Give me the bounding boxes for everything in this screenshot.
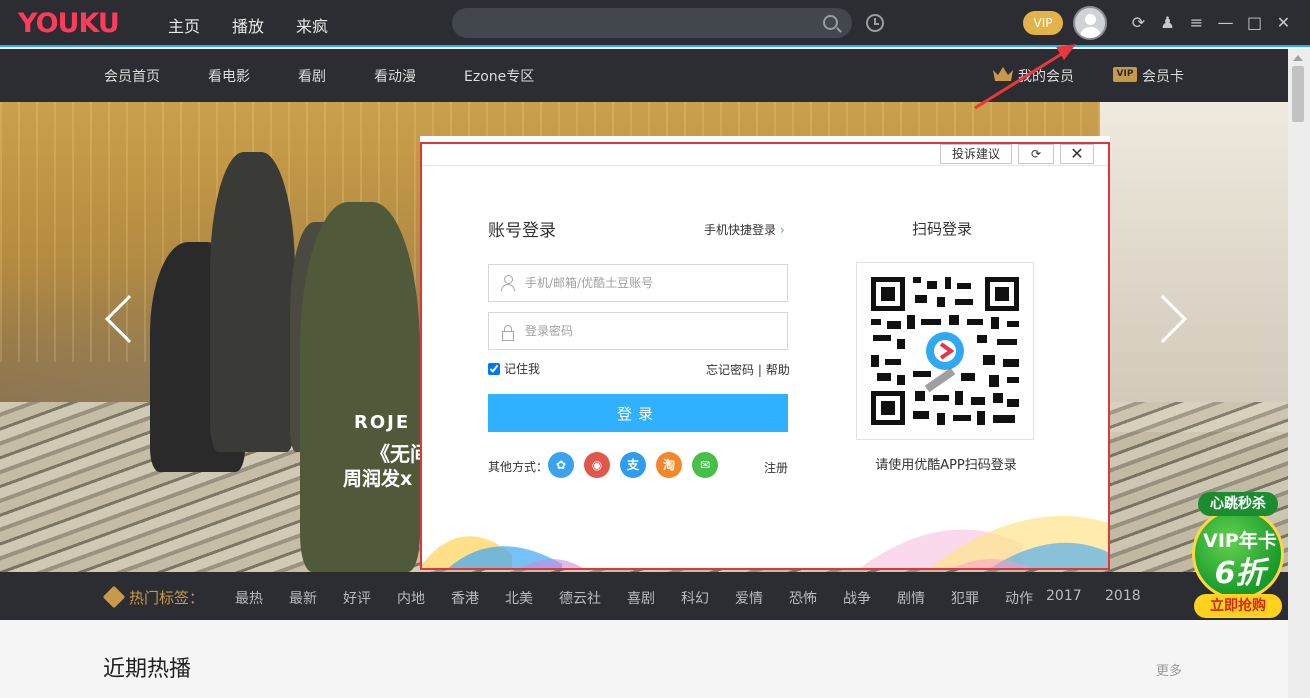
dialog-header-divider (422, 165, 1108, 166)
hot-tags-label: 热门标签： (129, 589, 205, 607)
menu-icon[interactable]: ≡ (1186, 12, 1207, 34)
scroll-thumb[interactable] (1292, 66, 1304, 122)
tag-item[interactable]: 科幻 (681, 588, 735, 608)
maximize-icon[interactable]: □ (1244, 12, 1265, 34)
subnav-series[interactable]: 看剧 (298, 66, 326, 86)
subnav-anime[interactable]: 看动漫 (374, 66, 416, 86)
tag-item[interactable]: 德云社 (559, 588, 627, 608)
crown-icon (993, 67, 1013, 81)
qr-code-icon (871, 277, 1019, 425)
vip-card-link[interactable]: 会员卡 (1142, 66, 1184, 86)
banner-figure-soldier (300, 202, 420, 572)
banner-figure-man-standing (210, 152, 295, 452)
remember-me[interactable]: 记住我 (488, 360, 540, 377)
scroll-up-icon[interactable] (1293, 55, 1303, 61)
phone-login-label: 手机快捷登录 (704, 223, 777, 237)
tag-item[interactable]: 北美 (505, 588, 559, 608)
poster-text-3: 周润发x (343, 468, 413, 490)
remember-me-checkbox[interactable] (488, 362, 500, 375)
tag-item[interactable]: 最新 (289, 588, 343, 608)
help-link[interactable]: 帮助 (766, 363, 790, 377)
dialog-refresh-icon[interactable]: ⟳ (1018, 144, 1054, 164)
subnav-ezone[interactable]: Ezone专区 (464, 66, 534, 86)
main-nav: 主页 播放 来疯 (168, 13, 328, 37)
register-link[interactable]: 注册 (764, 459, 788, 476)
chevron-right-icon: › (779, 223, 785, 237)
subnav-movies[interactable]: 看电影 (208, 66, 250, 86)
login-button[interactable]: 登录 (488, 394, 788, 432)
logo-text: YOUKU (18, 8, 120, 39)
tag-item[interactable]: 好评 (343, 588, 397, 608)
qr-login-title: 扫码登录 (912, 220, 973, 238)
hot-tags: 最热 最新 好评 内地 香港 北美 德云社 喜剧 科幻 爱情 恐怖 战争 剧情 … (235, 588, 1145, 608)
minimize-icon[interactable]: — (1215, 12, 1236, 34)
link-separator: | (757, 363, 762, 377)
nav-laifeng[interactable]: 来疯 (296, 13, 328, 37)
account-input[interactable] (525, 265, 783, 301)
tag-item[interactable]: 动作 (1005, 588, 1046, 608)
wechat-login-icon[interactable]: ✉ (692, 452, 718, 478)
tag-item[interactable]: 最热 (235, 588, 289, 608)
history-icon[interactable] (866, 14, 884, 32)
banner-right-wall (1100, 102, 1288, 432)
refresh-icon[interactable]: ⟳ (1128, 12, 1149, 34)
close-window-icon[interactable]: ✕ (1273, 12, 1294, 34)
password-field[interactable] (488, 312, 788, 350)
qq-login-icon[interactable]: ✿ (548, 452, 574, 478)
youku-logo[interactable]: YOUKU (18, 8, 120, 39)
my-vip-link[interactable]: 我的会员 (1018, 66, 1074, 86)
other-methods-label: 其他方式： (488, 460, 549, 474)
tag-item[interactable]: 内地 (397, 588, 451, 608)
youku-app: YOUKU 主页 播放 来疯 VIP ⟳ ♟ ≡ — □ ✕ 会员首页 看电影 … (0, 0, 1310, 698)
tag-item[interactable]: 喜剧 (627, 588, 681, 608)
tag-item[interactable]: 香港 (451, 588, 505, 608)
remember-me-label: 记住我 (504, 362, 541, 376)
weibo-login-icon[interactable]: ◉ (584, 452, 610, 478)
avatar[interactable] (1073, 6, 1107, 40)
section-title: 近期热播 (103, 657, 192, 682)
user-icon (501, 275, 515, 291)
skin-icon[interactable]: ♟ (1157, 12, 1178, 34)
taobao-login-icon[interactable]: 淘 (656, 452, 682, 478)
dialog-close-icon[interactable]: ✕ (1060, 144, 1094, 164)
subnav-vip-home[interactable]: 会员首页 (104, 66, 160, 86)
report-button[interactable]: 投诉建议 (940, 144, 1012, 164)
vip-subnav: 会员首页 看电影 看剧 看动漫 Ezone专区 我的会员 会员卡 (0, 49, 1288, 102)
tag-item[interactable]: 2017 (1046, 588, 1105, 608)
login-dialog: 投诉建议 ⟳ ✕ 账号登录 手机快捷登录 › 记住我 忘记密码 | 帮助 登录 … (420, 142, 1110, 570)
tag-item[interactable]: 剧情 (897, 588, 951, 608)
promo-top-label: 心跳秒杀 (1198, 492, 1278, 516)
promo-line-2: 6折 (1214, 556, 1266, 591)
tag-item[interactable]: 爱情 (735, 588, 789, 608)
account-login-title: 账号登录 (488, 221, 556, 241)
poster-text-1: ROJE (354, 412, 411, 433)
forgot-password-link[interactable]: 忘记密码 (706, 363, 754, 377)
subnav-items: 会员首页 看电影 看剧 看动漫 Ezone专区 (104, 66, 582, 86)
title-bar: YOUKU 主页 播放 来疯 VIP ⟳ ♟ ≡ — □ ✕ (0, 0, 1310, 47)
lock-icon (502, 325, 514, 341)
qr-hint-text: 请使用优酷APP扫码登录 (875, 458, 1017, 473)
promo-buy-button[interactable]: 立即抢购 (1194, 594, 1282, 618)
decorative-wave (422, 515, 1108, 568)
vip-promo[interactable]: 心跳秒杀 VIP年卡 6折 立即抢购 (1190, 492, 1286, 618)
tag-item[interactable]: 恐怖 (789, 588, 843, 608)
vip-card-icon: VIP (1113, 67, 1137, 82)
qr-code (856, 262, 1034, 440)
tag-item[interactable]: 犯罪 (951, 588, 1005, 608)
window-controls: ⟳ ♟ ≡ — □ ✕ (1128, 12, 1294, 34)
tag-item[interactable]: 战争 (843, 588, 897, 608)
tag-item[interactable]: 2018 (1105, 588, 1145, 608)
nav-home[interactable]: 主页 (168, 13, 200, 37)
more-link[interactable]: 更多 (1156, 660, 1182, 679)
alipay-login-icon[interactable]: 支 (620, 452, 646, 478)
vip-badge[interactable]: VIP (1023, 11, 1063, 35)
search-input[interactable] (452, 8, 852, 38)
forgot-help: 忘记密码 | 帮助 (706, 361, 790, 378)
search-icon[interactable] (823, 15, 838, 30)
scrollbar[interactable] (1288, 49, 1310, 698)
account-field[interactable] (488, 264, 788, 302)
nav-play[interactable]: 播放 (232, 13, 264, 37)
phone-quick-login-link[interactable]: 手机快捷登录 › (704, 221, 785, 238)
password-input[interactable] (525, 313, 783, 349)
